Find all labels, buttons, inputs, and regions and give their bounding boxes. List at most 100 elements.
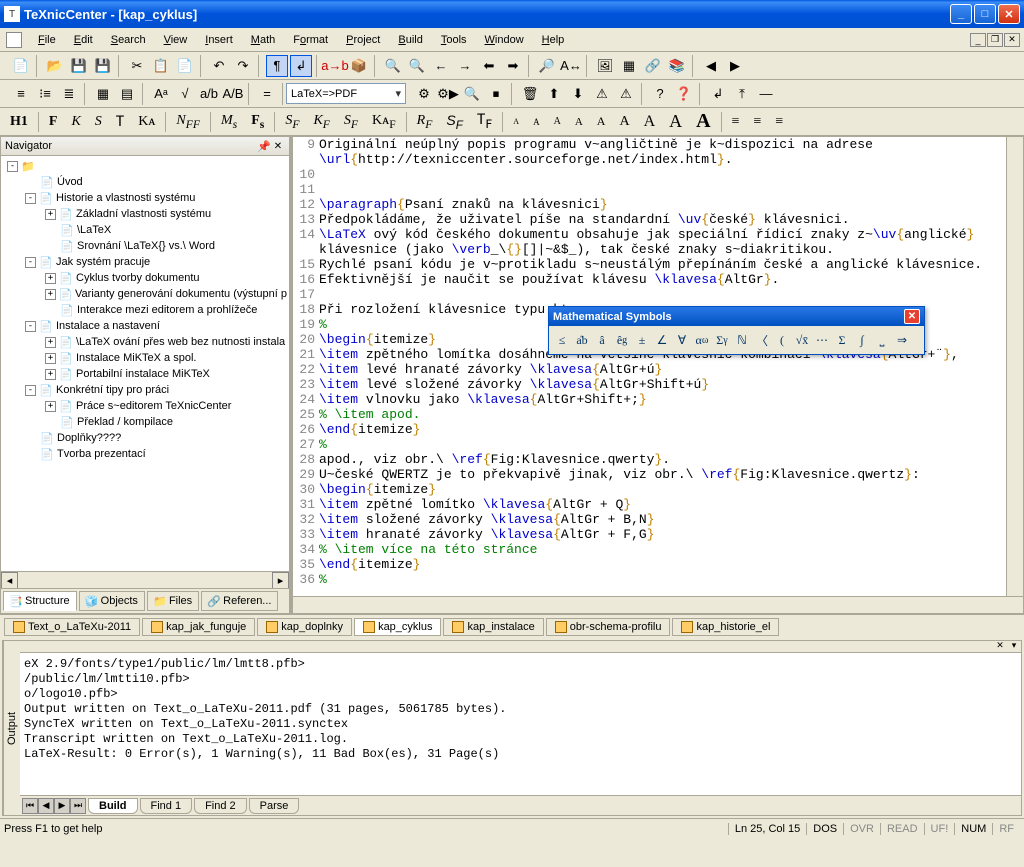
tree-item[interactable]: +📄Cyklus tvorby dokumentu (3, 270, 287, 286)
math-delim-icon[interactable]: 〈 (753, 330, 771, 350)
tree-item[interactable]: 📄Doplňky???? (3, 430, 287, 446)
next-warn-button[interactable]: ⚠ (615, 83, 637, 105)
tree-toggle-icon[interactable]: + (45, 401, 56, 412)
code-line[interactable]: 17 (293, 287, 1023, 302)
menu-insert[interactable]: Insert (197, 32, 241, 48)
code-line[interactable]: 28apod., viz obr.\ \ref{Fig:Klavesnice.q… (293, 452, 1023, 467)
math-sumlimits-icon[interactable]: Σ (833, 330, 851, 350)
output-last-button[interactable]: ⏭ (70, 798, 86, 814)
next-error-button[interactable]: ⬇ (567, 83, 589, 105)
tree-item[interactable]: -📄Konkrétní tipy pro práci (3, 382, 287, 398)
build-view-button[interactable]: ⚙▶ (437, 83, 459, 105)
clean-button[interactable]: 🗑 (519, 83, 541, 105)
doc-tab[interactable]: kap_instalace (443, 618, 543, 636)
maximize-button[interactable]: □ (974, 4, 996, 24)
scshape-button[interactable]: KᴀF (368, 111, 400, 133)
paste-button[interactable]: 📄 (174, 55, 196, 77)
math-greek-upper-icon[interactable]: Σγ (713, 330, 731, 350)
smallcaps-button[interactable]: Kᴀ (134, 112, 159, 132)
doc-tab[interactable]: Text_o_LaTeXu-2011 (4, 618, 140, 636)
output-text[interactable]: eX 2.9/fonts/type1/public/lm/lmtt8.pfb>/… (20, 653, 1021, 795)
sffamily-button[interactable]: SF (442, 110, 466, 134)
math-arrows2-icon[interactable]: ⇒ (893, 330, 911, 350)
navigator-tree[interactable]: -📁📄Úvod-📄Historie a vlastnosti systému+📄… (1, 156, 289, 571)
goto-next-button[interactable]: → (454, 55, 476, 77)
line-break-button[interactable]: ↲ (707, 83, 729, 105)
equation-button[interactable]: = (256, 83, 278, 105)
math-arrows-icon[interactable]: a̎b (573, 330, 591, 350)
menu-project[interactable]: Project (338, 32, 388, 48)
math-calligraphic-icon[interactable]: √x̄ (793, 330, 811, 350)
code-line[interactable]: 35\end{itemize} (293, 557, 1023, 572)
cite-button[interactable]: 📚 (666, 55, 688, 77)
code-line[interactable]: 16Efektivnější je naučit se používat klá… (293, 272, 1023, 287)
editor-hscrollbar[interactable] (293, 596, 1023, 613)
math-operators-icon[interactable]: ± (633, 330, 651, 350)
hr-button[interactable]: — (755, 83, 777, 105)
output-next-button[interactable]: ▶ (54, 798, 70, 814)
upshape-button[interactable]: SF (281, 111, 303, 133)
normalfont-button[interactable]: NFF (172, 111, 204, 133)
editor-content[interactable]: 9Originální neúplný popis programu v~ang… (293, 137, 1023, 596)
context-help-button[interactable]: ❓ (673, 83, 695, 105)
replace-button[interactable]: A↔ (560, 55, 582, 77)
nav-tab-objects[interactable]: 🧊Objects (79, 591, 145, 611)
tree-toggle-icon[interactable]: - (25, 321, 36, 332)
spellcheck-button[interactable]: a→b (324, 55, 346, 77)
code-line[interactable]: 10 (293, 167, 1023, 182)
app-menu-icon[interactable] (6, 32, 22, 48)
tree-toggle-icon[interactable]: + (45, 273, 56, 284)
doc-tab[interactable]: kap_jak_funguje (142, 618, 255, 636)
slanted-button[interactable]: S (91, 112, 106, 132)
bold-button[interactable]: F (45, 112, 62, 132)
tree-item[interactable]: 📄\LaTeX (3, 222, 287, 238)
tree-toggle-icon[interactable]: - (7, 161, 18, 172)
normalsize-button[interactable]: A (593, 112, 610, 131)
typewriter-button[interactable]: T (112, 112, 128, 132)
code-line[interactable]: 33 \item hranaté závorky \klavesa{AltGr … (293, 527, 1023, 542)
navigator-scrollbar[interactable]: ◂ ▸ (1, 571, 289, 588)
navigator-close-icon[interactable]: ✕ (271, 139, 285, 153)
output-prev-button[interactable]: ◀ (38, 798, 54, 814)
code-line[interactable]: 24 \item vlnovku jako \klavesa{AltGr+Shi… (293, 392, 1023, 407)
code-line[interactable]: 25% \item apod. (293, 407, 1023, 422)
tree-item[interactable]: 📄Srovnání \LaTeX{} vs.\ Word (3, 238, 287, 254)
find-button[interactable]: 🔍 (382, 55, 404, 77)
nav-tab-referen[interactable]: 🔗Referen... (201, 591, 278, 611)
navigator-pin-icon[interactable]: 📌 (257, 139, 271, 153)
editor-vscrollbar[interactable] (1006, 137, 1023, 596)
prev-warn-button[interactable]: ⚠ (591, 83, 613, 105)
menu-window[interactable]: Window (477, 32, 532, 48)
redo-button[interactable]: ↷ (232, 55, 254, 77)
font-size-button[interactable]: Aᵃ (150, 83, 172, 105)
scriptsize-button[interactable]: A (529, 115, 544, 129)
tabular-button[interactable]: ▦ (92, 83, 114, 105)
menu-search[interactable]: Search (103, 32, 154, 48)
code-line[interactable]: 27% (293, 437, 1023, 452)
math-misc-icon[interactable]: ∠ (653, 330, 671, 350)
ref-button[interactable]: 🔗 (642, 55, 664, 77)
bfseries-button[interactable]: Fs (247, 111, 268, 133)
textmodules-button[interactable]: 📦 (348, 55, 370, 77)
math-intlimits-icon[interactable]: ∫ (853, 330, 871, 350)
output-tab-build[interactable]: Build (88, 798, 138, 814)
output-pin-icon[interactable]: ▾ (1007, 640, 1021, 652)
math-sets-icon[interactable]: ℕ (733, 330, 751, 350)
array-button[interactable]: ▤ (116, 83, 138, 105)
tree-item[interactable]: +📄Portabilní instalace MiKTeX (3, 366, 287, 382)
tree-item[interactable]: 📄Překlad / kompilace (3, 414, 287, 430)
close-button[interactable]: ✕ (998, 4, 1020, 24)
math-relations-icon[interactable]: ≤ (553, 330, 571, 350)
menu-file[interactable]: File (30, 32, 64, 48)
code-line[interactable]: 31 \item zpětné lomítko \klavesa{AltGr +… (293, 497, 1023, 512)
code-line[interactable]: klávesnice (jako \verb_\{}[]|~&$_), tak … (293, 242, 1023, 257)
menu-view[interactable]: View (156, 32, 196, 48)
tree-toggle-icon[interactable]: - (25, 385, 36, 396)
math-dots-icon[interactable]: ⋯ (813, 330, 831, 350)
enumerate-button[interactable]: ⁝≡ (34, 83, 56, 105)
doc-tab[interactable]: kap_doplnky (257, 618, 352, 636)
tree-item[interactable]: -📄Instalace a nastavení (3, 318, 287, 334)
mdseries-button[interactable]: Ms (217, 111, 241, 133)
code-line[interactable]: 32 \item složené závorky \klavesa{AltGr … (293, 512, 1023, 527)
minimize-button[interactable]: _ (950, 4, 972, 24)
